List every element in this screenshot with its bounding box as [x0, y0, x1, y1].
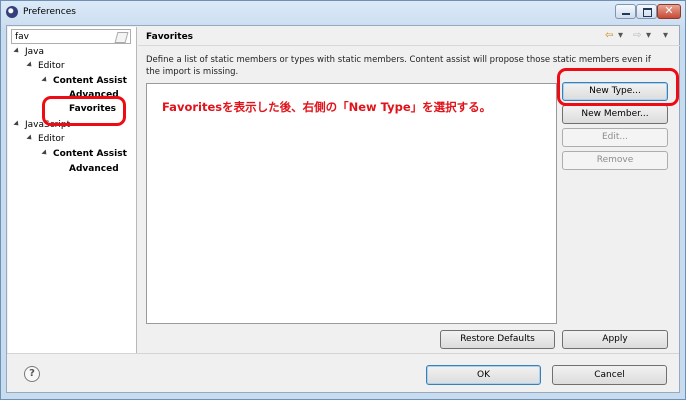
title-separator	[138, 45, 681, 46]
tree-item-label: Editor	[38, 61, 65, 71]
view-menu-icon[interactable]: ▾	[663, 30, 668, 41]
clear-filter-icon[interactable]	[114, 32, 129, 43]
preferences-window: Preferences ✕ fav Java Editor Content Assi…	[0, 0, 686, 400]
ok-button[interactable]: OK	[426, 365, 541, 385]
back-dropdown-icon[interactable]: ▾	[618, 30, 623, 41]
page-navigation: ⇦ ▾ ⇨ ▾ ▾	[605, 30, 679, 42]
maximize-button[interactable]	[636, 4, 657, 19]
tree-item[interactable]: Content Assist	[41, 76, 127, 89]
preference-tree-panel: fav Java Editor Content Assist Advanced Favo…	[8, 27, 137, 353]
forward-arrow-icon[interactable]: ⇨	[633, 30, 641, 41]
close-button[interactable]: ✕	[657, 4, 681, 19]
back-arrow-icon[interactable]: ⇦	[605, 30, 613, 41]
help-icon[interactable]: ?	[24, 366, 40, 382]
expand-arrow-icon[interactable]	[13, 120, 21, 128]
filter-input[interactable]: fav	[11, 29, 131, 44]
filter-input-value: fav	[15, 32, 30, 42]
maximize-icon	[643, 8, 652, 17]
tree-item[interactable]: Editor	[26, 134, 65, 147]
favorites-list[interactable]	[146, 83, 557, 324]
new-member-button[interactable]: New Member...	[562, 105, 668, 124]
expand-arrow-icon[interactable]	[13, 47, 21, 55]
remove-button[interactable]: Remove	[562, 151, 668, 170]
expand-arrow-icon[interactable]	[41, 149, 49, 157]
new-type-highlight	[557, 68, 679, 106]
page-title: Favorites	[146, 32, 194, 42]
expand-arrow-icon[interactable]	[26, 61, 34, 69]
forward-dropdown-icon[interactable]: ▾	[646, 30, 651, 41]
tree-item[interactable]: Content Assist	[41, 149, 127, 162]
cancel-button[interactable]: Cancel	[552, 365, 667, 385]
expand-arrow-icon[interactable]	[26, 134, 34, 142]
edit-button[interactable]: Edit...	[562, 128, 668, 147]
instruction-annotation: Favoritesを表示した後、右側の「New Type」を選択する。	[162, 100, 492, 114]
title-bar[interactable]: Preferences ✕	[1, 1, 685, 25]
tree-item-label: Advanced	[69, 164, 119, 174]
window-title: Preferences	[23, 7, 76, 17]
tree-item[interactable]: Advanced	[58, 164, 119, 177]
tree-item-label: Java	[25, 47, 45, 57]
tree-item-label: Content Assist	[53, 149, 127, 159]
expand-arrow-icon[interactable]	[41, 76, 49, 84]
apply-button[interactable]: Apply	[562, 330, 668, 349]
tree-item-label: Editor	[38, 134, 65, 144]
tree-item[interactable]: Java	[13, 47, 45, 60]
tree-item[interactable]: Editor	[26, 61, 65, 74]
favorites-highlight	[42, 96, 126, 126]
tree-item-label: Content Assist	[53, 76, 127, 86]
eclipse-app-icon	[6, 6, 18, 18]
minimize-icon	[622, 13, 630, 15]
close-icon: ✕	[664, 4, 674, 17]
minimize-button[interactable]	[615, 4, 636, 19]
restore-defaults-button[interactable]: Restore Defaults	[440, 330, 555, 349]
button-bar-separator	[7, 353, 679, 354]
